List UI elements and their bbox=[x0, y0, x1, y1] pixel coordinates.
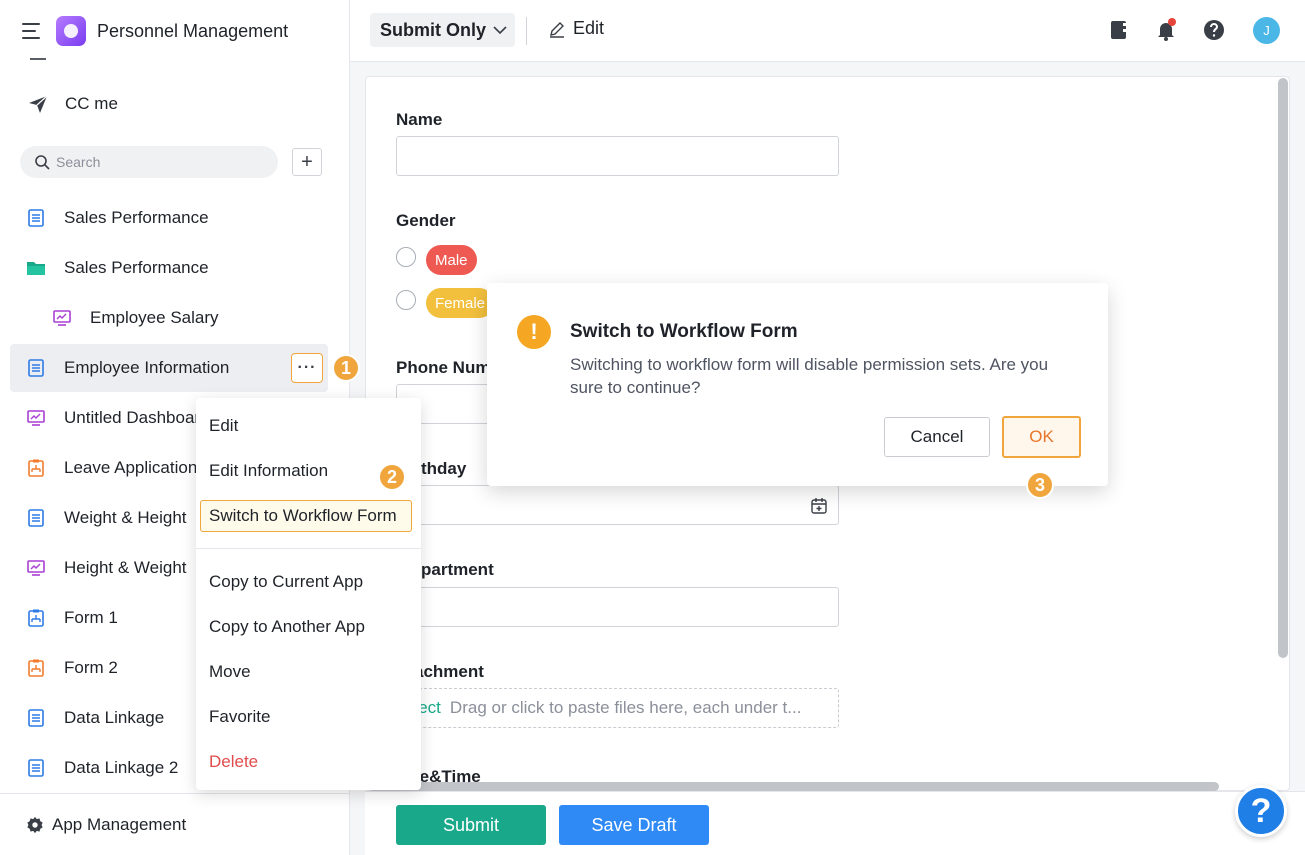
menu-item-switch-to-workflow-form[interactable]: Switch to Workflow Form bbox=[200, 500, 412, 532]
pencil-icon bbox=[550, 21, 564, 38]
chevron-down-icon bbox=[493, 26, 507, 35]
sidebar-item-sales-performance-folder[interactable]: Sales Performance bbox=[10, 244, 328, 292]
top-bar: Submit Only Edit J bbox=[350, 0, 1305, 62]
nav-cc-me[interactable]: CC me bbox=[28, 90, 118, 118]
form-icon bbox=[28, 359, 44, 377]
gender-radio-male[interactable] bbox=[396, 247, 416, 267]
cancel-button[interactable]: Cancel bbox=[884, 417, 990, 457]
step-1-badge: 1 bbox=[332, 354, 360, 382]
sidebar-header: Personnel Management bbox=[0, 0, 350, 62]
edit-form-button[interactable]: Edit bbox=[548, 18, 604, 39]
sidebar-item-label: Leave Application bbox=[64, 458, 198, 477]
attachment-label: achment bbox=[414, 662, 484, 681]
form-action-bar: Submit Save Draft bbox=[365, 791, 1305, 855]
sidebar-item-label: Sales Performance bbox=[64, 258, 209, 277]
notebook-icon[interactable] bbox=[1107, 18, 1131, 42]
step-3-badge: 3 bbox=[1026, 471, 1054, 499]
form-icon bbox=[28, 509, 44, 527]
dashboard-icon bbox=[27, 410, 45, 426]
mode-select-value: Submit Only bbox=[380, 19, 487, 40]
sidebar-item-label: Height & Weight bbox=[64, 558, 187, 577]
birthday-label: thday bbox=[421, 459, 467, 478]
menu-item-delete[interactable]: Delete bbox=[209, 752, 258, 772]
calendar-icon bbox=[811, 498, 827, 514]
form-icon bbox=[28, 759, 44, 777]
cc-me-label: CC me bbox=[65, 94, 118, 113]
menu-item-copy-to-current-app[interactable]: Copy to Current App bbox=[209, 572, 363, 592]
confirm-dialog: ! Switch to Workflow Form Switching to w… bbox=[487, 283, 1108, 486]
folder-icon bbox=[27, 262, 45, 275]
ok-button[interactable]: OK bbox=[1002, 416, 1081, 458]
sidebar-item-label: Employee Salary bbox=[90, 308, 219, 327]
edit-label: Edit bbox=[573, 18, 605, 38]
warning-icon: ! bbox=[517, 315, 551, 349]
sidebar-item-label: Form 1 bbox=[64, 608, 118, 627]
help-floating-button[interactable]: ? bbox=[1235, 785, 1287, 837]
attachment-upload[interactable]: elect Drag or click to paste files here,… bbox=[396, 688, 839, 728]
dashboard-icon bbox=[53, 310, 71, 326]
sidebar-item-sales-performance-form[interactable]: Sales Performance bbox=[10, 194, 328, 242]
menu-item-copy-to-another-app[interactable]: Copy to Another App bbox=[209, 617, 365, 637]
gender-radio-female[interactable] bbox=[396, 290, 416, 310]
dashboard-icon bbox=[27, 560, 45, 576]
app-management-button[interactable]: App Management bbox=[0, 793, 349, 855]
paper-plane-icon bbox=[29, 95, 48, 113]
gender-label: Gender bbox=[396, 211, 456, 230]
app-management-label: App Management bbox=[52, 814, 187, 834]
birthday-input[interactable] bbox=[396, 485, 839, 525]
search-input[interactable]: Search bbox=[20, 146, 278, 178]
menu-item-move[interactable]: Move bbox=[209, 662, 251, 682]
context-menu: Edit Edit Information Switch to Workflow… bbox=[196, 398, 421, 790]
more-options-button[interactable]: ··· bbox=[291, 353, 323, 383]
menu-item-favorite[interactable]: Favorite bbox=[209, 707, 270, 727]
male-tag: Male bbox=[426, 245, 477, 275]
horizontal-scrollbar[interactable] bbox=[368, 782, 1219, 791]
sidebar-item-label: Untitled Dashboard bbox=[64, 408, 210, 427]
avatar[interactable]: J bbox=[1253, 17, 1280, 44]
menu-divider bbox=[196, 548, 421, 549]
search-placeholder: Search bbox=[56, 154, 101, 170]
form-icon bbox=[28, 209, 44, 227]
sidebar-item-label: Data Linkage bbox=[64, 708, 165, 727]
form-icon bbox=[28, 709, 44, 727]
scrolled-item-stub bbox=[30, 58, 46, 60]
sidebar-item-label: Form 2 bbox=[64, 658, 118, 677]
menu-item-edit-information[interactable]: Edit Information bbox=[209, 461, 328, 481]
workflow-form-icon bbox=[28, 609, 44, 627]
workflow-form-icon bbox=[28, 659, 44, 677]
save-draft-button[interactable]: Save Draft bbox=[559, 805, 709, 845]
name-input[interactable] bbox=[396, 136, 839, 176]
bell-icon[interactable] bbox=[1154, 18, 1178, 42]
department-label: partment bbox=[421, 560, 494, 579]
search-icon bbox=[35, 155, 50, 170]
vertical-scrollbar[interactable] bbox=[1278, 78, 1288, 658]
hamburger-menu-icon[interactable] bbox=[22, 23, 42, 39]
dialog-message: Switching to workflow form will disable … bbox=[570, 355, 1049, 397]
add-button[interactable]: + bbox=[292, 148, 322, 176]
name-label: Name bbox=[396, 110, 443, 129]
help-icon[interactable] bbox=[1202, 18, 1226, 42]
workflow-form-icon bbox=[28, 459, 44, 477]
gear-icon bbox=[27, 816, 43, 833]
app-logo-icon bbox=[56, 16, 86, 46]
dialog-title: Switch to Workflow Form bbox=[570, 321, 798, 342]
submit-button[interactable]: Submit bbox=[396, 805, 546, 845]
department-input[interactable] bbox=[396, 587, 839, 627]
app-title: Personnel Management bbox=[97, 20, 289, 41]
mode-select[interactable]: Submit Only bbox=[370, 13, 515, 47]
sidebar-item-label: Sales Performance bbox=[64, 208, 209, 227]
sidebar-item-employee-information[interactable]: Employee Information ··· bbox=[10, 344, 328, 392]
sidebar-item-employee-salary[interactable]: Employee Salary bbox=[10, 294, 328, 342]
step-2-badge: 2 bbox=[378, 463, 406, 491]
sidebar-item-label: Weight & Height bbox=[64, 508, 187, 527]
female-tag: Female bbox=[426, 288, 495, 318]
phone-label: Phone Num bbox=[396, 358, 491, 377]
sidebar-item-label: Employee Information bbox=[64, 358, 230, 377]
toolbar-divider bbox=[526, 17, 527, 45]
sidebar-item-label: Data Linkage 2 bbox=[64, 758, 179, 777]
upload-hint: Drag or click to paste files here, each … bbox=[449, 698, 802, 717]
menu-item-edit[interactable]: Edit bbox=[209, 416, 238, 436]
